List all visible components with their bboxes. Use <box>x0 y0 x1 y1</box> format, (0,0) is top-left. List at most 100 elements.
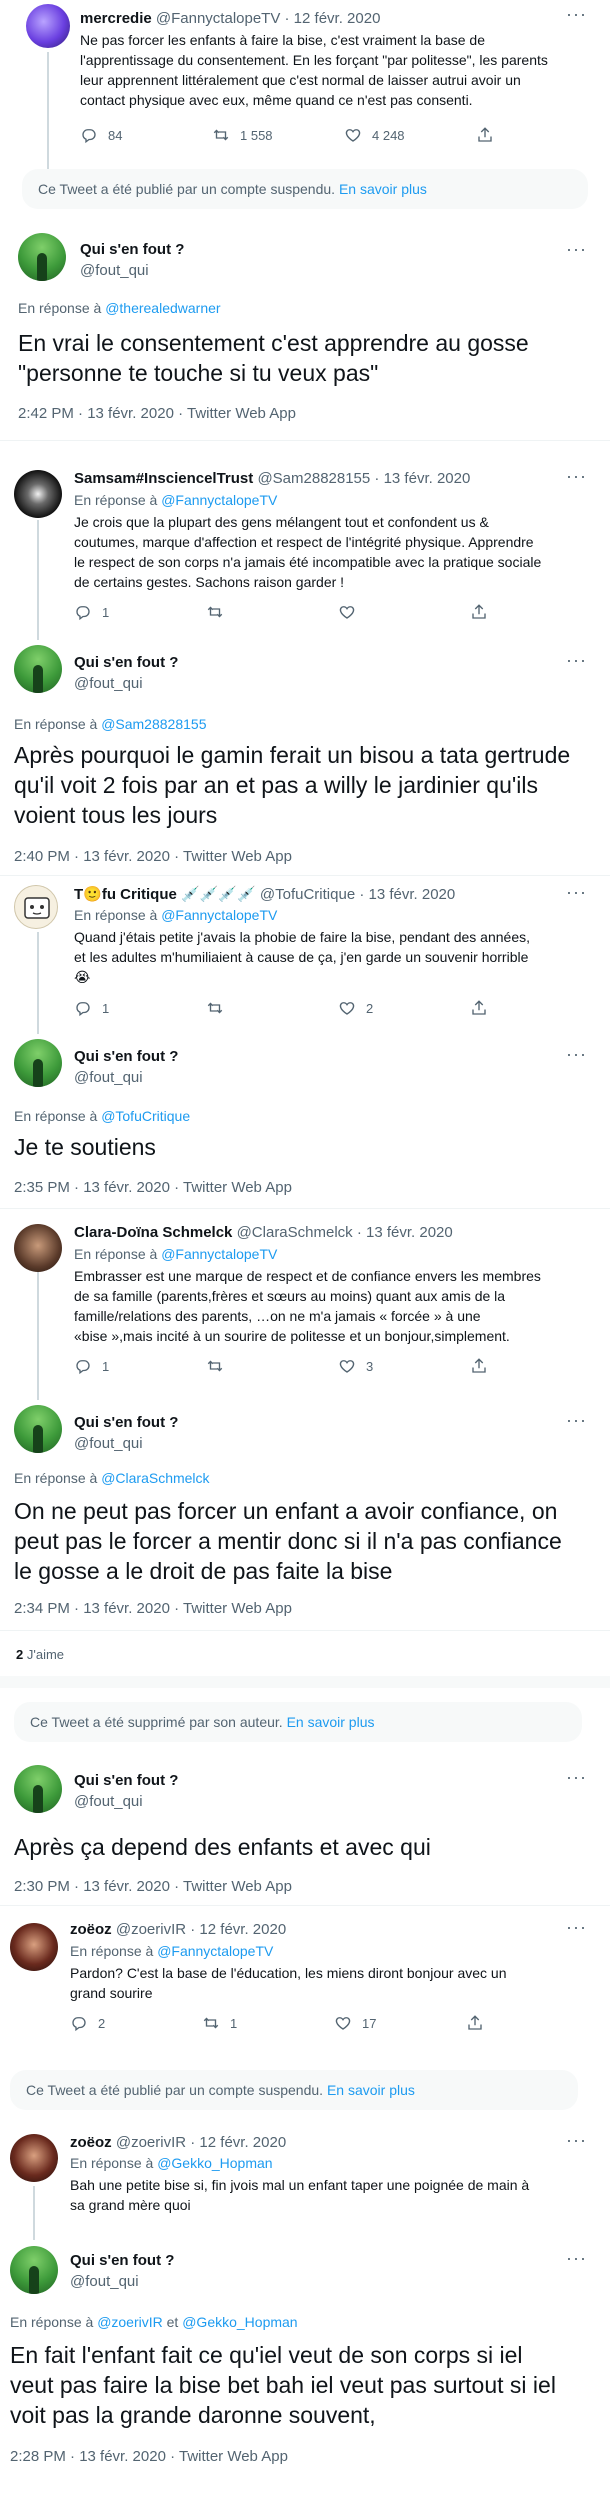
author-name[interactable]: Qui s'en fout ? <box>74 1772 178 1789</box>
tweet-date[interactable]: · 12 févr. 2020 <box>285 10 381 27</box>
tweet-mercredie[interactable]: mercredie @FannyctalopeTV · 12 févr. 202… <box>0 0 610 160</box>
retweet-button[interactable] <box>206 999 338 1017</box>
author-handle[interactable]: @fout_qui <box>74 1069 143 1086</box>
tweet-timestamp[interactable]: 2:28 PM · 13 févr. 2020 · Twitter Web Ap… <box>10 2448 288 2465</box>
share-button[interactable] <box>466 2014 484 2032</box>
author-handle[interactable]: @fout_qui <box>74 1435 143 1452</box>
author-handle[interactable]: @zoerivIR <box>116 2134 186 2151</box>
author-handle[interactable]: @fout_qui <box>70 2273 139 2290</box>
author-handle[interactable]: @fout_qui <box>74 1793 143 1810</box>
tweet-samsam[interactable]: Samsam#InsciencelTrust @Sam28828155 · 13… <box>0 460 610 640</box>
share-button[interactable] <box>470 1357 488 1375</box>
author-handle[interactable]: @TofuCritique <box>260 886 355 903</box>
author-handle[interactable]: @zoerivIR <box>116 1921 186 1938</box>
tweet-date[interactable]: · 12 févr. 2020 <box>190 2134 286 2151</box>
avatar[interactable] <box>14 645 62 693</box>
avatar[interactable] <box>14 1405 62 1453</box>
tweet-fout-qui[interactable]: Qui s'en fout ? @fout_qui ··· En réponse… <box>0 2240 610 2514</box>
avatar[interactable] <box>10 2246 58 2294</box>
tweet-zoeoz[interactable]: zoëoz @zoerivIR · 12 févr. 2020 ··· En r… <box>0 1915 610 2060</box>
more-icon[interactable]: ··· <box>566 1917 587 1938</box>
tweet-tofu-critique[interactable]: T🙂fu Critique 💉💉💉💉 @TofuCritique · 13 fé… <box>0 880 610 1030</box>
reply-mention[interactable]: @TofuCritique <box>101 1108 190 1124</box>
more-icon[interactable]: ··· <box>566 650 587 671</box>
tweet-fout-qui[interactable]: Qui s'en fout ? @fout_qui ··· En réponse… <box>0 640 610 870</box>
reply-mention[interactable]: @FannyctalopeTV <box>157 1943 273 1959</box>
retweet-button[interactable] <box>206 1357 338 1375</box>
author-name[interactable]: Qui s'en fout ? <box>74 654 178 671</box>
like-button[interactable] <box>338 603 470 621</box>
retweet-button[interactable] <box>206 603 338 621</box>
reply-button[interactable]: 84 <box>80 126 212 144</box>
author-handle[interactable]: @Sam28828155 <box>257 470 370 487</box>
avatar[interactable] <box>10 1923 58 1971</box>
like-button[interactable]: 17 <box>334 2014 466 2032</box>
more-icon[interactable]: ··· <box>566 4 587 25</box>
tweet-fout-qui[interactable]: Qui s'en fout ? @fout_qui ··· En réponse… <box>0 1400 610 1662</box>
retweet-button[interactable]: 1 <box>202 2014 334 2032</box>
author-name[interactable]: mercredie <box>80 10 152 27</box>
author-name[interactable]: T🙂fu Critique 💉💉💉💉 <box>74 886 256 903</box>
share-button[interactable] <box>470 999 488 1017</box>
reply-mention[interactable]: @Gekko_Hopman <box>157 2155 272 2171</box>
like-button[interactable]: 3 <box>338 1357 470 1375</box>
reply-mention[interactable]: @FannyctalopeTV <box>161 1246 277 1262</box>
like-button[interactable]: 4 248 <box>344 126 476 144</box>
learn-more-link[interactable]: En savoir plus <box>287 1714 375 1730</box>
share-button[interactable] <box>470 603 488 621</box>
author-handle[interactable]: @ClaraSchmelck <box>237 1224 353 1241</box>
tweet-zoeoz[interactable]: zoëoz @zoerivIR · 12 févr. 2020 ··· En r… <box>0 2130 610 2240</box>
reply-mention[interactable]: @Gekko_Hopman <box>182 2314 297 2330</box>
tweet-fout-qui[interactable]: Qui s'en fout ? @fout_qui ··· Après ça d… <box>0 1755 610 1915</box>
reply-button[interactable]: 1 <box>74 1357 206 1375</box>
like-button[interactable]: 2 <box>338 999 470 1017</box>
tweet-timestamp[interactable]: 2:35 PM · 13 févr. 2020 · Twitter Web Ap… <box>14 1179 292 1196</box>
reply-button[interactable]: 2 <box>70 2014 202 2032</box>
more-icon[interactable]: ··· <box>566 1410 587 1431</box>
author-name[interactable]: zoëoz <box>70 1921 112 1938</box>
share-button[interactable] <box>476 126 494 144</box>
avatar[interactable] <box>26 4 70 48</box>
avatar[interactable] <box>14 1765 62 1813</box>
reply-button[interactable]: 1 <box>74 603 206 621</box>
tweet-date[interactable]: · 12 févr. 2020 <box>190 1921 286 1938</box>
more-icon[interactable]: ··· <box>566 1044 587 1065</box>
tweet-timestamp[interactable]: 2:40 PM · 13 févr. 2020 · Twitter Web Ap… <box>14 848 292 865</box>
learn-more-link[interactable]: En savoir plus <box>327 2082 415 2098</box>
more-icon[interactable]: ··· <box>566 239 587 260</box>
reply-mention[interactable]: @FannyctalopeTV <box>161 907 277 923</box>
more-icon[interactable]: ··· <box>566 2248 587 2269</box>
tweet-fout-qui[interactable]: Qui s'en fout ? @fout_qui ··· En réponse… <box>0 1034 610 1204</box>
tweet-timestamp[interactable]: 2:34 PM · 13 févr. 2020 · Twitter Web Ap… <box>14 1600 292 1617</box>
learn-more-link[interactable]: En savoir plus <box>339 181 427 197</box>
author-handle[interactable]: @fout_qui <box>74 675 143 692</box>
author-name[interactable]: Samsam#InsciencelTrust <box>74 470 253 487</box>
author-handle[interactable]: @FannyctalopeTV <box>156 10 280 27</box>
tweet-timestamp[interactable]: 2:42 PM · 13 févr. 2020 · Twitter Web Ap… <box>18 405 296 422</box>
author-name[interactable]: Clara-Doïna Schmelck <box>74 1224 232 1241</box>
likes-count[interactable]: 2 J'aime <box>16 1647 64 1662</box>
avatar[interactable] <box>14 1224 62 1272</box>
more-icon[interactable]: ··· <box>566 882 587 903</box>
tweet-date[interactable]: · 13 févr. 2020 <box>374 470 470 487</box>
tweet-date[interactable]: · 13 févr. 2020 <box>357 1224 453 1241</box>
reply-mention[interactable]: @Sam28828155 <box>101 716 206 732</box>
reply-mention[interactable]: @ClaraSchmelck <box>101 1470 209 1486</box>
author-handle[interactable]: @fout_qui <box>80 262 149 279</box>
avatar[interactable] <box>18 233 66 281</box>
author-name[interactable]: Qui s'en fout ? <box>74 1414 178 1431</box>
retweet-button[interactable]: 1 558 <box>212 126 344 144</box>
author-name[interactable]: Qui s'en fout ? <box>70 2252 174 2269</box>
author-name[interactable]: Qui s'en fout ? <box>74 1048 178 1065</box>
more-icon[interactable]: ··· <box>566 2130 587 2151</box>
author-name[interactable]: zoëoz <box>70 2134 112 2151</box>
reply-mention[interactable]: @FannyctalopeTV <box>161 492 277 508</box>
avatar[interactable] <box>14 1039 62 1087</box>
tweet-timestamp[interactable]: 2:30 PM · 13 févr. 2020 · Twitter Web Ap… <box>14 1878 292 1895</box>
avatar[interactable] <box>10 2134 58 2182</box>
more-icon[interactable]: ··· <box>566 466 587 487</box>
avatar[interactable] <box>14 470 62 518</box>
more-icon[interactable]: ··· <box>566 1767 587 1788</box>
tweet-clara[interactable]: Clara-Doïna Schmelck @ClaraSchmelck · 13… <box>0 1214 610 1396</box>
tweet-date[interactable]: · 13 févr. 2020 <box>359 886 455 903</box>
